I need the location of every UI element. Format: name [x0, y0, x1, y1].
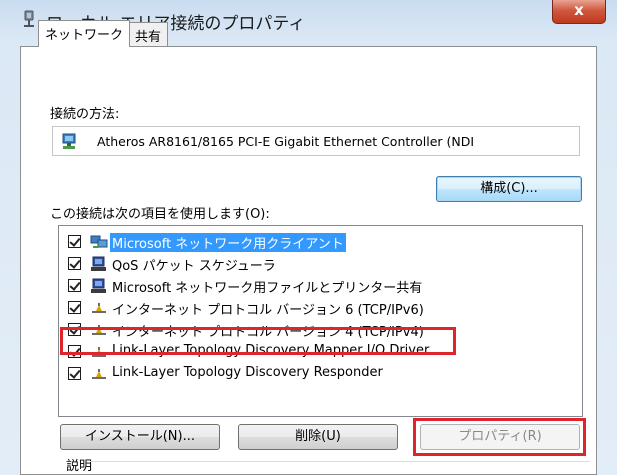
component-list[interactable]: Microsoft ネットワーク用クライアント QoS パケット スケジューラ …: [58, 225, 583, 417]
list-item-label: Microsoft ネットワーク用クライアント: [110, 233, 346, 252]
tab-sharing[interactable]: 共有: [128, 22, 169, 46]
configure-button[interactable]: 構成(C)...: [436, 176, 582, 202]
list-item[interactable]: QoS パケット スケジューラ: [64, 253, 574, 275]
list-item[interactable]: Microsoft ネットワーク用ファイルとプリンター共有: [64, 275, 574, 297]
protocol-icon: [92, 369, 106, 379]
close-button[interactable]: x: [552, 0, 606, 24]
checkbox[interactable]: [68, 279, 81, 292]
properties-highlight-box: [413, 418, 586, 456]
checkbox[interactable]: [68, 301, 81, 314]
checkbox[interactable]: [68, 235, 81, 248]
description-label: 説明: [66, 459, 93, 474]
protocol-icon: [92, 303, 106, 313]
tab-sharing-label: 共有: [135, 30, 162, 45]
list-item-label: Link-Layer Topology Discovery Responder: [112, 365, 383, 380]
list-item-label: QoS パケット スケジューラ: [112, 259, 276, 274]
adapter-field: Atheros AR8161/8165 PCI-E Gigabit Ethern…: [52, 126, 580, 156]
checkbox[interactable]: [68, 257, 81, 270]
uninstall-button[interactable]: 削除(U): [238, 424, 398, 450]
description-group-line: [90, 461, 590, 462]
network-connection-icon: [24, 10, 34, 27]
list-item-label: Microsoft ネットワーク用ファイルとプリンター共有: [112, 281, 423, 296]
computer-service-icon: [91, 278, 106, 293]
computer-service-icon: [91, 256, 106, 271]
adapter-name: Atheros AR8161/8165 PCI-E Gigabit Ethern…: [97, 134, 475, 149]
tab-network-label: ネットワーク: [45, 28, 124, 43]
connect-using-label: 接続の方法:: [50, 107, 120, 122]
ipv4-highlight-box: [60, 327, 456, 355]
list-item[interactable]: インターネット プロトコル バージョン 6 (TCP/IPv6): [64, 297, 574, 319]
close-icon: x: [574, 1, 584, 19]
install-button[interactable]: インストール(N)...: [60, 424, 220, 450]
list-item[interactable]: Microsoft ネットワーク用クライアント: [64, 231, 574, 253]
items-label: この接続は次の項目を使用します(O):: [50, 207, 270, 222]
list-item-label: インターネット プロトコル バージョン 6 (TCP/IPv6): [112, 303, 424, 318]
properties-dialog: ローカル エリア接続のプロパティ x ネットワーク 共有 接続の方法: Athe…: [0, 0, 617, 475]
list-item[interactable]: Link-Layer Topology Discovery Responder: [64, 363, 574, 385]
tab-network[interactable]: ネットワーク: [38, 20, 131, 47]
checkbox[interactable]: [68, 367, 81, 380]
network-client-icon: [90, 235, 108, 248]
network-adapter-icon: [62, 133, 76, 149]
